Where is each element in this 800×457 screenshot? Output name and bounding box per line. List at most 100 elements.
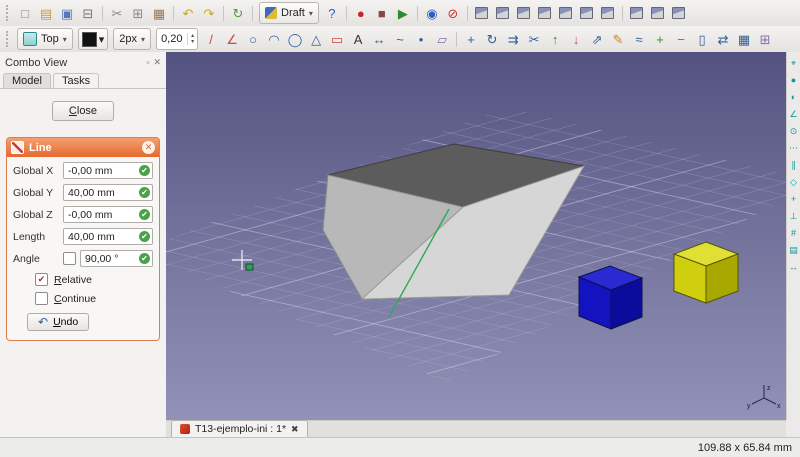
view-rotate-right-icon[interactable] xyxy=(669,3,689,23)
draft-facebinder-icon[interactable]: ▱ xyxy=(432,29,452,49)
snap-grid-icon[interactable]: # xyxy=(787,226,800,240)
continue-checkbox[interactable] xyxy=(35,292,48,305)
task-close-icon[interactable]: ✕ xyxy=(142,141,155,154)
draft-add-point-icon[interactable]: + xyxy=(650,29,670,49)
draft-rectangle-icon[interactable]: ▭ xyxy=(327,29,347,49)
paste-icon[interactable]: ▦ xyxy=(149,3,169,23)
3d-scene[interactable]: zxy xyxy=(166,52,786,420)
relative-checkbox[interactable]: ✔ xyxy=(35,273,48,286)
draw-style-icon[interactable]: ⊘ xyxy=(443,3,463,23)
document-tab-label: T13-ejemplo-ini : 1* xyxy=(195,423,286,435)
view-top-icon[interactable] xyxy=(514,3,534,23)
draft-text-icon[interactable]: A xyxy=(348,29,368,49)
document-tab[interactable]: T13-ejemplo-ini : 1* ✖ xyxy=(171,420,308,437)
draft-edit-icon[interactable]: ✎ xyxy=(608,29,628,49)
draft-move-icon[interactable]: + xyxy=(461,29,481,49)
draft-scale-icon[interactable]: ⇗ xyxy=(587,29,607,49)
view-front-icon[interactable] xyxy=(493,3,513,23)
field-input[interactable]: 40,00 mm ✔ xyxy=(63,228,153,245)
snap-center-icon[interactable]: ⊙ xyxy=(787,124,800,138)
draft-dimension-icon[interactable]: ↔ xyxy=(369,29,389,49)
draft-to-sketch-icon[interactable]: ⇄ xyxy=(713,29,733,49)
field-input[interactable]: -0,00 mm ✔ xyxy=(63,162,153,179)
toolbar-drag-handle[interactable] xyxy=(6,31,11,47)
float-panel-icon[interactable]: ▫ xyxy=(146,57,149,68)
file-toolbar-group: □▤▣⊟ ✂⊞▦ ↶↷ ↻ xyxy=(15,3,256,23)
toolbar-drag-handle[interactable] xyxy=(6,5,11,21)
relative-row: ✔ Relative xyxy=(35,273,153,286)
cut-icon[interactable]: ✂ xyxy=(107,3,127,23)
macro-play-icon[interactable]: ▶ xyxy=(393,3,413,23)
scale-spinbox[interactable]: 0,20 ▴▾ xyxy=(156,28,198,50)
draft-downgrade-icon[interactable]: ↓ xyxy=(566,29,586,49)
snap-dimensions-icon[interactable]: ↔ xyxy=(787,260,800,274)
working-plane-selector[interactable]: Top ▾ xyxy=(17,28,73,50)
new-document-icon[interactable]: □ xyxy=(15,3,35,23)
snap-angle-icon[interactable]: ∠ xyxy=(787,107,800,121)
field-value: -0,00 mm xyxy=(68,209,112,221)
draft-wire-to-bspline-icon[interactable]: ≈ xyxy=(629,29,649,49)
draft-offset-icon[interactable]: ⇉ xyxy=(503,29,523,49)
undo-icon[interactable]: ↶ xyxy=(178,3,198,23)
draft-shape2dview-icon[interactable]: ▯ xyxy=(692,29,712,49)
view-rotate-left-icon[interactable] xyxy=(648,3,668,23)
tab-tasks[interactable]: Tasks xyxy=(53,73,99,88)
whatsthis-icon[interactable]: ? xyxy=(322,3,342,23)
draft-arc-icon[interactable]: ◠ xyxy=(264,29,284,49)
snap-midpoint-icon[interactable]: ◐ xyxy=(787,90,800,104)
undo-button[interactable]: ↶ Undo xyxy=(27,313,89,331)
draft-upgrade-icon[interactable]: ↑ xyxy=(545,29,565,49)
snap-endpoint-icon[interactable]: ● xyxy=(787,73,800,87)
angle-lock-checkbox[interactable] xyxy=(63,252,76,265)
snap-lock-icon[interactable]: ⌖ xyxy=(787,56,800,70)
draft-line-icon[interactable]: / xyxy=(201,29,221,49)
line-color-picker[interactable]: ▾ xyxy=(78,28,109,50)
snap-extension-icon[interactable]: ⋯ xyxy=(787,141,800,155)
draft-del-point-icon[interactable]: − xyxy=(671,29,691,49)
view-left-icon[interactable] xyxy=(598,3,618,23)
line-width-selector[interactable]: 2px ▾ xyxy=(113,28,151,50)
tab-model[interactable]: Model xyxy=(3,73,51,88)
draft-bspline-icon[interactable]: ~ xyxy=(390,29,410,49)
snap-near-icon[interactable]: + xyxy=(787,192,800,206)
snap-ortho-icon[interactable]: ⊥ xyxy=(787,209,800,223)
draft-clone-icon[interactable]: ⊞ xyxy=(755,29,775,49)
copy-icon[interactable]: ⊞ xyxy=(128,3,148,23)
draft-tools-group: /∠○◠◯△▭A↔~•▱+↻⇉✂↑↓⇗✎≈+−▯⇄▦⊞ xyxy=(201,29,775,49)
view-bottom-icon[interactable] xyxy=(577,3,597,23)
redo-icon[interactable]: ↷ xyxy=(199,3,219,23)
draft-ellipse-icon[interactable]: ◯ xyxy=(285,29,305,49)
view-right-icon[interactable] xyxy=(535,3,555,23)
snap-parallel-icon[interactable]: ∥ xyxy=(787,158,800,172)
spin-down-icon[interactable]: ▾ xyxy=(191,39,194,45)
draft-toolbar: Top ▾ ▾ 2px ▾ 0,20 ▴▾ /∠○◠◯△▭A↔~•▱+↻⇉✂↑↓… xyxy=(0,26,800,53)
macro-record-icon[interactable]: ● xyxy=(351,3,371,23)
draft-polygon-icon[interactable]: △ xyxy=(306,29,326,49)
draft-circle-icon[interactable]: ○ xyxy=(243,29,263,49)
draft-point-icon[interactable]: • xyxy=(411,29,431,49)
save-icon[interactable]: ▣ xyxy=(57,3,77,23)
draft-wire-icon[interactable]: ∠ xyxy=(222,29,242,49)
field-input[interactable]: -0,00 mm ✔ xyxy=(63,206,153,223)
view-isometric-icon[interactable] xyxy=(472,3,492,23)
spin-arrows[interactable]: ▴▾ xyxy=(187,33,197,45)
draft-rotate-icon[interactable]: ↻ xyxy=(482,29,502,49)
macro-stop-icon[interactable]: ■ xyxy=(372,3,392,23)
draft-array-icon[interactable]: ▦ xyxy=(734,29,754,49)
snap-special-icon[interactable]: ◇ xyxy=(787,175,800,189)
refresh-icon[interactable]: ↻ xyxy=(228,3,248,23)
draft-trimex-icon[interactable]: ✂ xyxy=(524,29,544,49)
view-rear-icon[interactable] xyxy=(556,3,576,23)
document-tab-close-icon[interactable]: ✖ xyxy=(291,424,299,435)
workbench-selector[interactable]: Draft ▾ xyxy=(259,2,319,24)
close-task-button[interactable]: Close xyxy=(52,101,114,121)
snap-working-plane-icon[interactable]: ▤ xyxy=(787,243,800,257)
3d-viewport[interactable]: zxy xyxy=(166,52,786,420)
print-icon[interactable]: ⊟ xyxy=(78,3,98,23)
close-panel-icon[interactable]: ✕ xyxy=(153,57,161,68)
open-document-icon[interactable]: ▤ xyxy=(36,3,56,23)
angle-input[interactable]: 90,00 ° ✔ xyxy=(80,250,153,267)
view-axonometric-icon[interactable] xyxy=(627,3,647,23)
zoom-fit-all-icon[interactable]: ◉ xyxy=(422,3,442,23)
field-input[interactable]: 40,00 mm ✔ xyxy=(63,184,153,201)
